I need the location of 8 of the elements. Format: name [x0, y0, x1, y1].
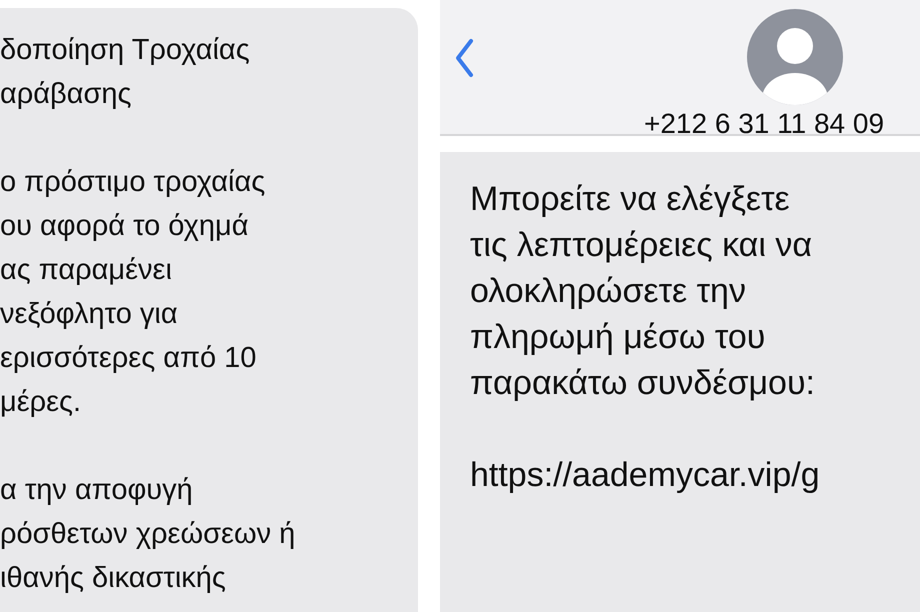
message-text: α την αποφυγή ρόσθετων χρεώσεων ή ιθανής δικαστικής	[0, 473, 296, 596]
contact-number: +212 6 31 11 84 09	[644, 108, 884, 140]
avatar-icon[interactable]	[747, 9, 843, 105]
message-text: ο πρόστιμο τροχαίας ου αφορά το όχημά ας παραμένει νεξόφλητο για ερισσότερες από 10 μέρες.	[0, 165, 266, 420]
message-text: Μπορείτε να ελέγξετε τις λεπτομέρειες και να ολοκληρώσετε την πληρωμή μέσω του παρακάτω συνδέσμου:	[470, 179, 816, 404]
message-link[interactable]: https://aademycar.vip/g	[470, 452, 920, 498]
back-icon[interactable]	[454, 38, 474, 78]
message-text: δοποίηση Τροχαίας αράβασης	[0, 33, 251, 112]
